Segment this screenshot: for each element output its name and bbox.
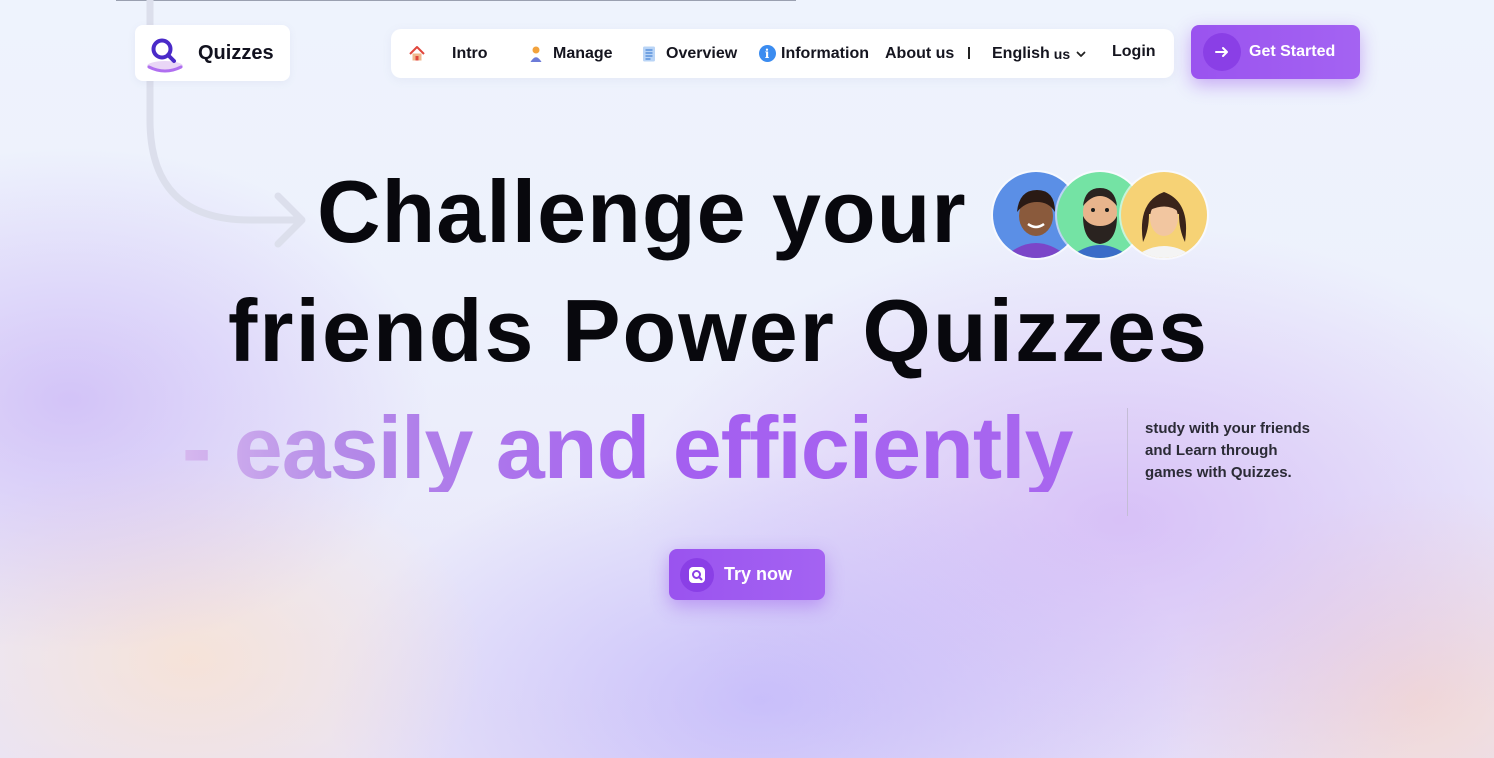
brand-logo[interactable]: Quizzes	[135, 25, 290, 81]
nav-separator	[968, 47, 970, 59]
hero-title-line-1: Challenge your	[317, 162, 967, 261]
nav-item-information[interactable]: i Information	[758, 29, 869, 78]
language-label: English	[992, 44, 1050, 62]
avatar	[1121, 172, 1207, 258]
arrow-right-icon	[1203, 33, 1241, 71]
nav-label-manage: Manage	[553, 44, 613, 62]
language-selector[interactable]: English us	[992, 29, 1088, 78]
chevron-down-icon	[1074, 45, 1088, 63]
vertical-divider	[1127, 408, 1128, 516]
nav-label-overview: Overview	[666, 44, 738, 62]
hero-title-line-2: friends Power Quizzes	[228, 281, 1209, 380]
nav-item-intro[interactable]: Intro	[408, 29, 488, 78]
hero-side-note: study with your friends and Learn throug…	[1145, 420, 1311, 481]
nav-item-manage[interactable]: Manage	[527, 29, 613, 78]
nav-label-intro: Intro	[452, 44, 488, 62]
nav-item-overview[interactable]: Overview	[640, 29, 737, 78]
person-icon	[527, 45, 545, 63]
nav-item-about-us[interactable]: About us	[885, 29, 954, 78]
brand-name: Quizzes	[198, 41, 274, 64]
nav-label-information: Information	[781, 44, 869, 62]
hero-title-line-3: - easily and efficiently	[182, 398, 1074, 497]
try-now-label: Try now	[724, 564, 793, 584]
document-icon	[640, 45, 658, 63]
try-now-button[interactable]: Try now	[669, 549, 825, 600]
login-link[interactable]: Login	[1112, 27, 1156, 76]
login-label: Login	[1112, 42, 1156, 60]
avatar-group	[993, 172, 1209, 260]
main-navigation: Intro Manage Overview i Information Abou…	[391, 29, 1174, 78]
language-region: us	[1053, 45, 1071, 62]
home-icon	[408, 45, 426, 63]
nav-label-about-us: About us	[885, 44, 955, 62]
get-started-button[interactable]: Get Started	[1191, 25, 1360, 79]
info-icon: i	[758, 45, 776, 63]
quizzes-logo-icon	[680, 557, 714, 592]
quizzes-logo-icon	[143, 31, 187, 75]
get-started-label: Get Started	[1249, 43, 1336, 60]
